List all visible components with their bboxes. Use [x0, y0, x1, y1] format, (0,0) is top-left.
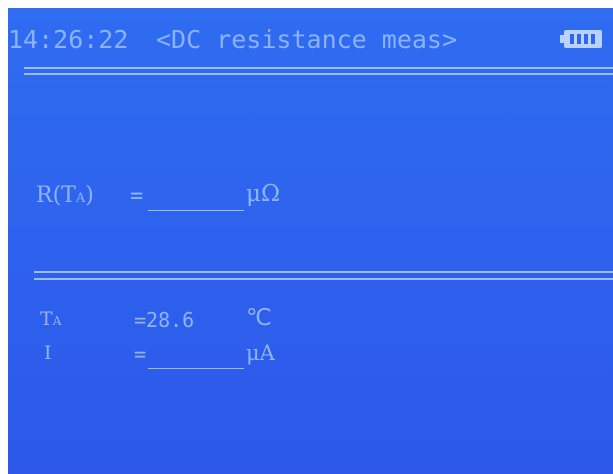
ambient-temp-value: =28.6 — [134, 308, 195, 332]
current-label: I — [44, 342, 52, 364]
page-title: <DC resistance meas> — [156, 25, 458, 54]
current-equals: = — [134, 342, 147, 366]
ambient-temp-label: TA — [40, 308, 62, 330]
header-divider-top — [24, 67, 613, 69]
resistance-label: R(TA) — [36, 183, 94, 208]
lcd-screen: 14:26:22 <DC resistance meas> R(TA) = μΩ… — [8, 8, 613, 474]
ambient-temp-unit: ℃ — [246, 305, 272, 331]
current-value-blank — [148, 368, 244, 369]
section-divider-bottom — [34, 278, 613, 280]
resistance-equals: = — [130, 184, 144, 209]
clock-time: 14:26:22 — [8, 25, 129, 54]
current-unit: μA — [246, 341, 275, 365]
section-divider-top — [34, 271, 613, 273]
resistance-value-blank — [148, 210, 244, 211]
resistance-unit: μΩ — [246, 181, 281, 207]
header-divider-bottom — [24, 73, 613, 75]
battery-full-icon — [560, 30, 606, 48]
